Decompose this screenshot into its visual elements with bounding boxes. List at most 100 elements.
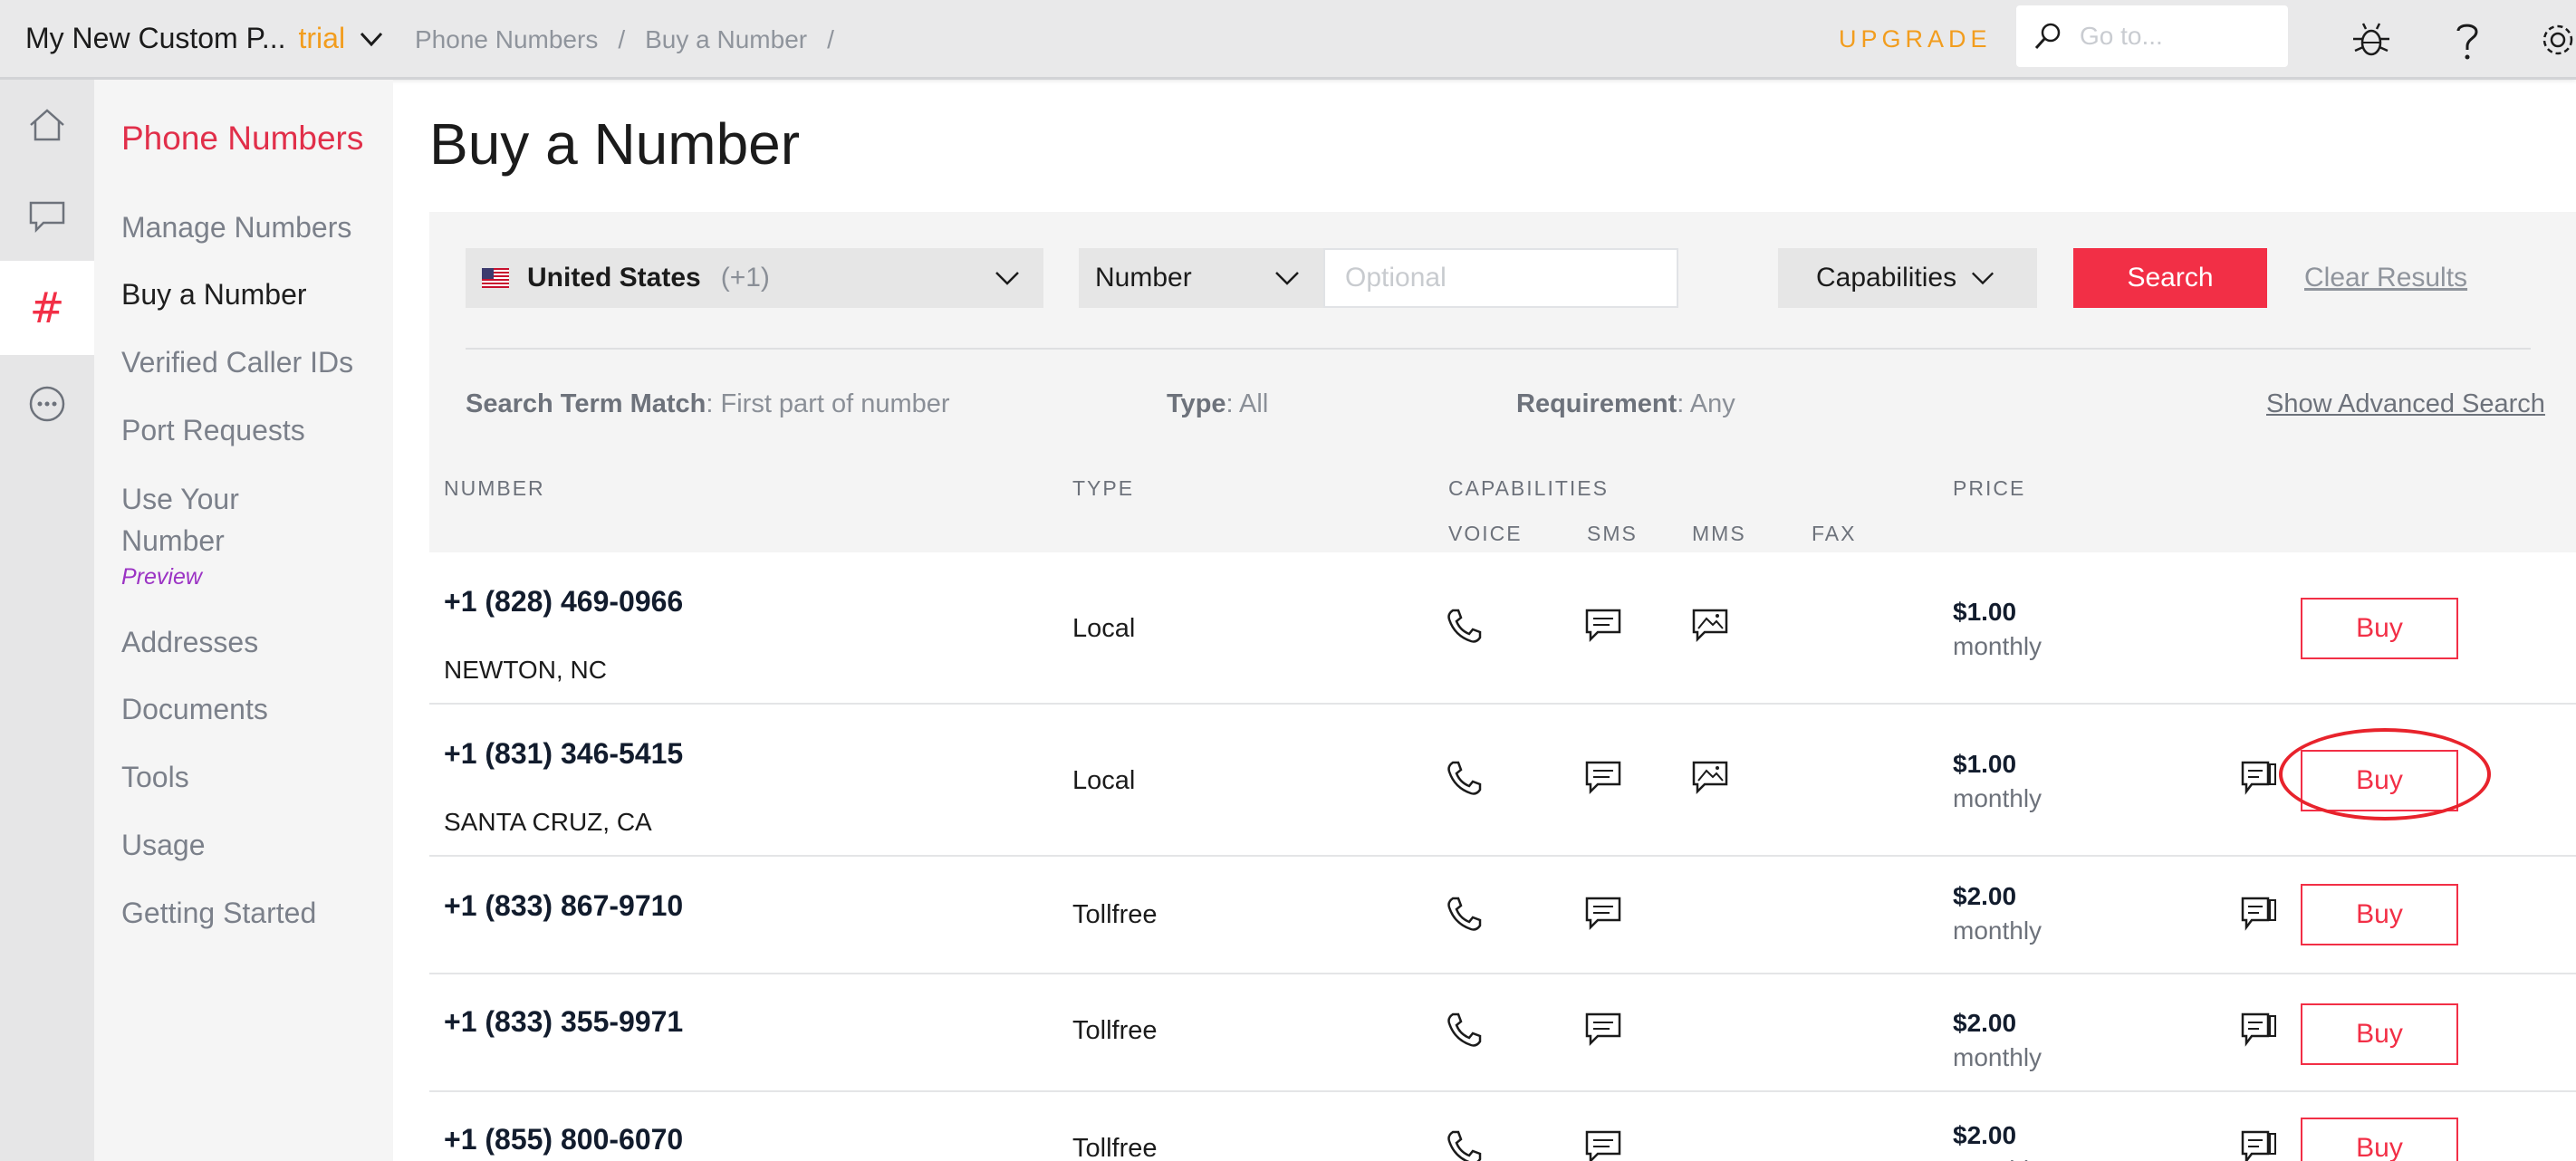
voice-icon	[1447, 1130, 1482, 1161]
column-header-type: TYPE	[1072, 476, 1135, 500]
capabilities-select[interactable]: Capabilities	[1778, 248, 2037, 308]
table-row: +1 (833) 355-9971 Tollfree $2.00 monthly…	[429, 974, 2576, 1092]
chevron-down-icon	[1275, 272, 1299, 285]
price-period: monthly	[1953, 784, 2043, 812]
mms-icon	[1692, 609, 1728, 643]
search-icon	[2034, 23, 2061, 50]
requirement-label: Requirement	[1516, 389, 1677, 418]
breadcrumb: Phone Numbers / Buy a Number /	[415, 25, 834, 54]
price-period: monthly	[1953, 1156, 2042, 1161]
subnav-item-use-your-number[interactable]: Use Your Number	[121, 478, 284, 561]
search-term-label: Search Term Match	[466, 389, 706, 418]
help-icon	[2456, 24, 2478, 60]
fax-icon	[2241, 761, 2276, 795]
number-location: SANTA CRUZ, CA	[444, 808, 652, 836]
phone-number: +1 (855) 800-6070	[444, 1123, 684, 1156]
buy-button[interactable]: Buy	[2301, 1003, 2458, 1065]
subnav-item-port-requests[interactable]: Port Requests	[121, 409, 384, 451]
number-type: Tollfree	[1072, 1134, 1158, 1161]
buy-button[interactable]: Buy	[2301, 884, 2458, 945]
sms-icon	[1585, 897, 1621, 931]
type-filter-label: Type	[1167, 389, 1226, 418]
breadcrumb-buy-a-number[interactable]: Buy a Number	[645, 25, 807, 54]
phone-number: +1 (828) 469-0966	[444, 585, 684, 618]
price-amount: $1.00	[1953, 750, 2017, 778]
column-header-sms: SMS	[1587, 522, 1638, 545]
column-header-price: PRICE	[1953, 476, 2026, 500]
column-header-fax: FAX	[1812, 522, 1857, 545]
subnav-item-usage[interactable]: Usage	[121, 824, 384, 866]
phone-number: +1 (833) 867-9710	[444, 889, 684, 922]
rail-phone-numbers[interactable]: #	[0, 261, 94, 355]
subnav-item-documents[interactable]: Documents	[121, 688, 384, 730]
rail-more[interactable]	[0, 359, 94, 449]
trial-badge: trial	[298, 22, 346, 54]
goto-input[interactable]	[2080, 22, 2279, 51]
number-location: NEWTON, NC	[444, 656, 607, 684]
sms-icon	[1585, 761, 1621, 795]
chevron-down-icon	[360, 32, 383, 46]
type-filter: Type: All	[1167, 389, 1268, 419]
phone-number: +1 (833) 355-9971	[444, 1005, 684, 1038]
column-header-voice: VOICE	[1448, 522, 1523, 545]
subnav-item-addresses[interactable]: Addresses	[121, 621, 384, 663]
search-button[interactable]: Search	[2073, 248, 2267, 308]
type-filter-value: : All	[1226, 389, 1269, 418]
country-name: United States	[527, 263, 701, 293]
subnav-title[interactable]: Phone Numbers	[121, 120, 363, 158]
sms-icon	[1585, 1012, 1621, 1047]
settings-button[interactable]	[2536, 18, 2576, 62]
number-type: Tollfree	[1072, 900, 1158, 929]
chevron-down-icon	[1972, 272, 1994, 285]
advanced-search-link[interactable]: Show Advanced Search	[2266, 389, 2545, 419]
subnav-item-verified-caller-ids[interactable]: Verified Caller IDs	[121, 341, 384, 383]
voice-icon	[1447, 761, 1482, 795]
gear-icon	[2542, 24, 2573, 55]
phone-number: +1 (831) 346-5415	[444, 737, 684, 770]
number-type-select[interactable]: Number	[1079, 248, 1323, 308]
us-flag-icon	[482, 268, 509, 288]
voice-icon	[1447, 897, 1482, 931]
subnav-item-getting-started[interactable]: Getting Started	[121, 892, 384, 934]
number-search-input[interactable]	[1323, 248, 1678, 308]
table-row: +1 (831) 346-5415 SANTA CRUZ, CA Local $…	[429, 705, 2576, 857]
icon-rail: #	[0, 80, 94, 1161]
fax-icon	[2241, 1012, 2276, 1047]
preview-badge: Preview	[121, 564, 202, 590]
search-term-match: Search Term Match: First part of number	[466, 389, 950, 419]
rail-messaging[interactable]	[0, 170, 94, 261]
chat-icon	[29, 201, 65, 234]
country-select[interactable]: United States (+1)	[466, 248, 1043, 308]
buy-button[interactable]: Buy	[2301, 1118, 2458, 1161]
number-type: Local	[1072, 766, 1136, 795]
subnav-item-manage-numbers[interactable]: Manage Numbers	[121, 206, 384, 248]
buy-button[interactable]: Buy	[2301, 598, 2458, 659]
rail-home[interactable]	[0, 80, 94, 170]
number-type: Local	[1072, 614, 1136, 643]
subnav-item-tools[interactable]: Tools	[121, 756, 384, 798]
table-row: +1 (833) 867-9710 Tollfree $2.00 monthly…	[429, 857, 2576, 974]
price-amount: $2.00	[1953, 882, 2017, 910]
help-button[interactable]	[2446, 18, 2489, 62]
sms-icon	[1585, 609, 1621, 643]
account-switcher[interactable]: My New Custom P... trial	[25, 22, 385, 55]
fax-icon	[2241, 897, 2276, 931]
bug-icon	[2353, 23, 2389, 56]
table-row: +1 (855) 800-6070 Tollfree $2.00 monthly…	[429, 1092, 2576, 1161]
upgrade-link[interactable]: UPGRADE	[1839, 25, 1992, 53]
table-row: +1 (828) 469-0966 NEWTON, NC Local $1.00…	[429, 552, 2576, 705]
breadcrumb-separator: /	[827, 25, 834, 53]
fax-icon	[2241, 1130, 2276, 1161]
clear-results-link[interactable]: Clear Results	[2304, 263, 2467, 293]
country-code: (+1)	[720, 263, 770, 293]
debugger-button[interactable]	[2350, 18, 2393, 62]
highlight-ring	[2279, 728, 2491, 820]
subnav-item-buy-a-number[interactable]: Buy a Number	[121, 273, 384, 315]
column-header-capabilities: CAPABILITIES	[1448, 476, 1609, 500]
goto-search-box[interactable]	[2016, 5, 2288, 67]
page-title: Buy a Number	[429, 111, 801, 177]
price-period: monthly	[1953, 916, 2043, 945]
account-name: My New Custom P...	[25, 22, 286, 54]
price-amount: $2.00	[1953, 1009, 2017, 1037]
breadcrumb-phone-numbers[interactable]: Phone Numbers	[415, 25, 598, 54]
